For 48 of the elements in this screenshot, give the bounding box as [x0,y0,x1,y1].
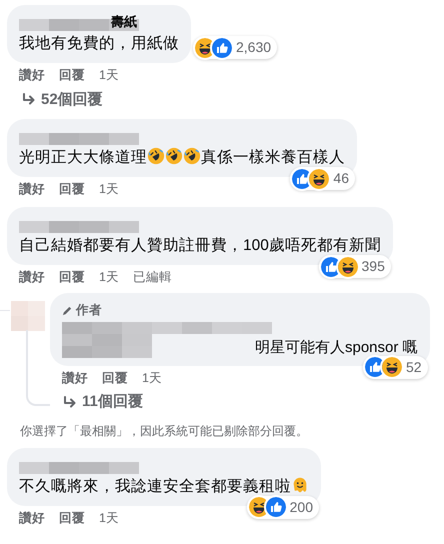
like-icon [320,256,341,276]
view-replies-link[interactable]: 52個回覆 [41,88,103,112]
reply-arrow-icon [62,394,78,410]
action-link[interactable]: 回覆 [59,508,85,528]
like-icon [212,38,232,58]
reaction-badge[interactable]: 200 [246,496,319,519]
reaction-badge[interactable]: 2,630 [193,36,278,59]
melting-face-icon [291,476,309,494]
laughing-face-icon [338,256,358,276]
reaction-badge[interactable]: 395 [318,255,391,278]
action-link[interactable]: 讚好 [19,508,45,528]
timestamp: 1天 [99,269,119,286]
action-link[interactable]: 回覆 [59,268,85,287]
action-link[interactable]: 回覆 [59,180,85,199]
action-link[interactable]: 讚好 [19,268,45,287]
laughing-face-icon [309,168,330,189]
comment-text: 光明正大大條道理 真係一樣米養百樣人 [19,147,345,168]
view-replies-link[interactable]: 11個回覆 [82,391,143,414]
commenter-name: 壽紙 [111,12,137,30]
rolling-laughing-icon [147,147,165,166]
rolling-laughing-icon [165,147,183,166]
pen-icon [62,304,73,316]
avatar [11,300,45,331]
timestamp: 1天 [99,510,119,527]
action-link[interactable]: 回覆 [59,66,85,85]
laughing-face-icon [195,38,215,58]
action-link[interactable]: 讚好 [19,66,45,85]
action-link[interactable]: 讚好 [62,368,88,388]
laughing-face-icon [382,357,402,377]
like-icon [266,497,286,518]
reaction-badge[interactable]: 46 [290,167,355,190]
timestamp: 1天 [99,181,119,198]
comment-text: 我地有免費的，用紙做 [19,34,179,54]
reaction-badge[interactable]: 52 [362,356,428,378]
laughing-face-icon [248,497,269,518]
timestamp: 1天 [142,370,162,386]
filter-notice: 你選擇了「最相關」，因此系統可能已剔除部分回覆。 [20,422,309,440]
timestamp: 1天 [99,67,119,84]
like-icon [292,168,312,189]
edited-label: 已編輯 [132,269,172,286]
like-icon [364,357,385,377]
author-label: 作者 [76,302,102,319]
rolling-laughing-icon [183,147,201,166]
action-link[interactable]: 讚好 [19,180,45,199]
comment-text: 自己結婚都要有人贊助註冊費，100歲唔死都有新聞 [19,236,381,256]
comment-text: 明星可能有人sponsor 嘅 [255,338,418,358]
comment-text: 不久嘅將來，我諗連安全套都要義租啦 [19,476,309,498]
action-link[interactable]: 回覆 [102,368,128,388]
